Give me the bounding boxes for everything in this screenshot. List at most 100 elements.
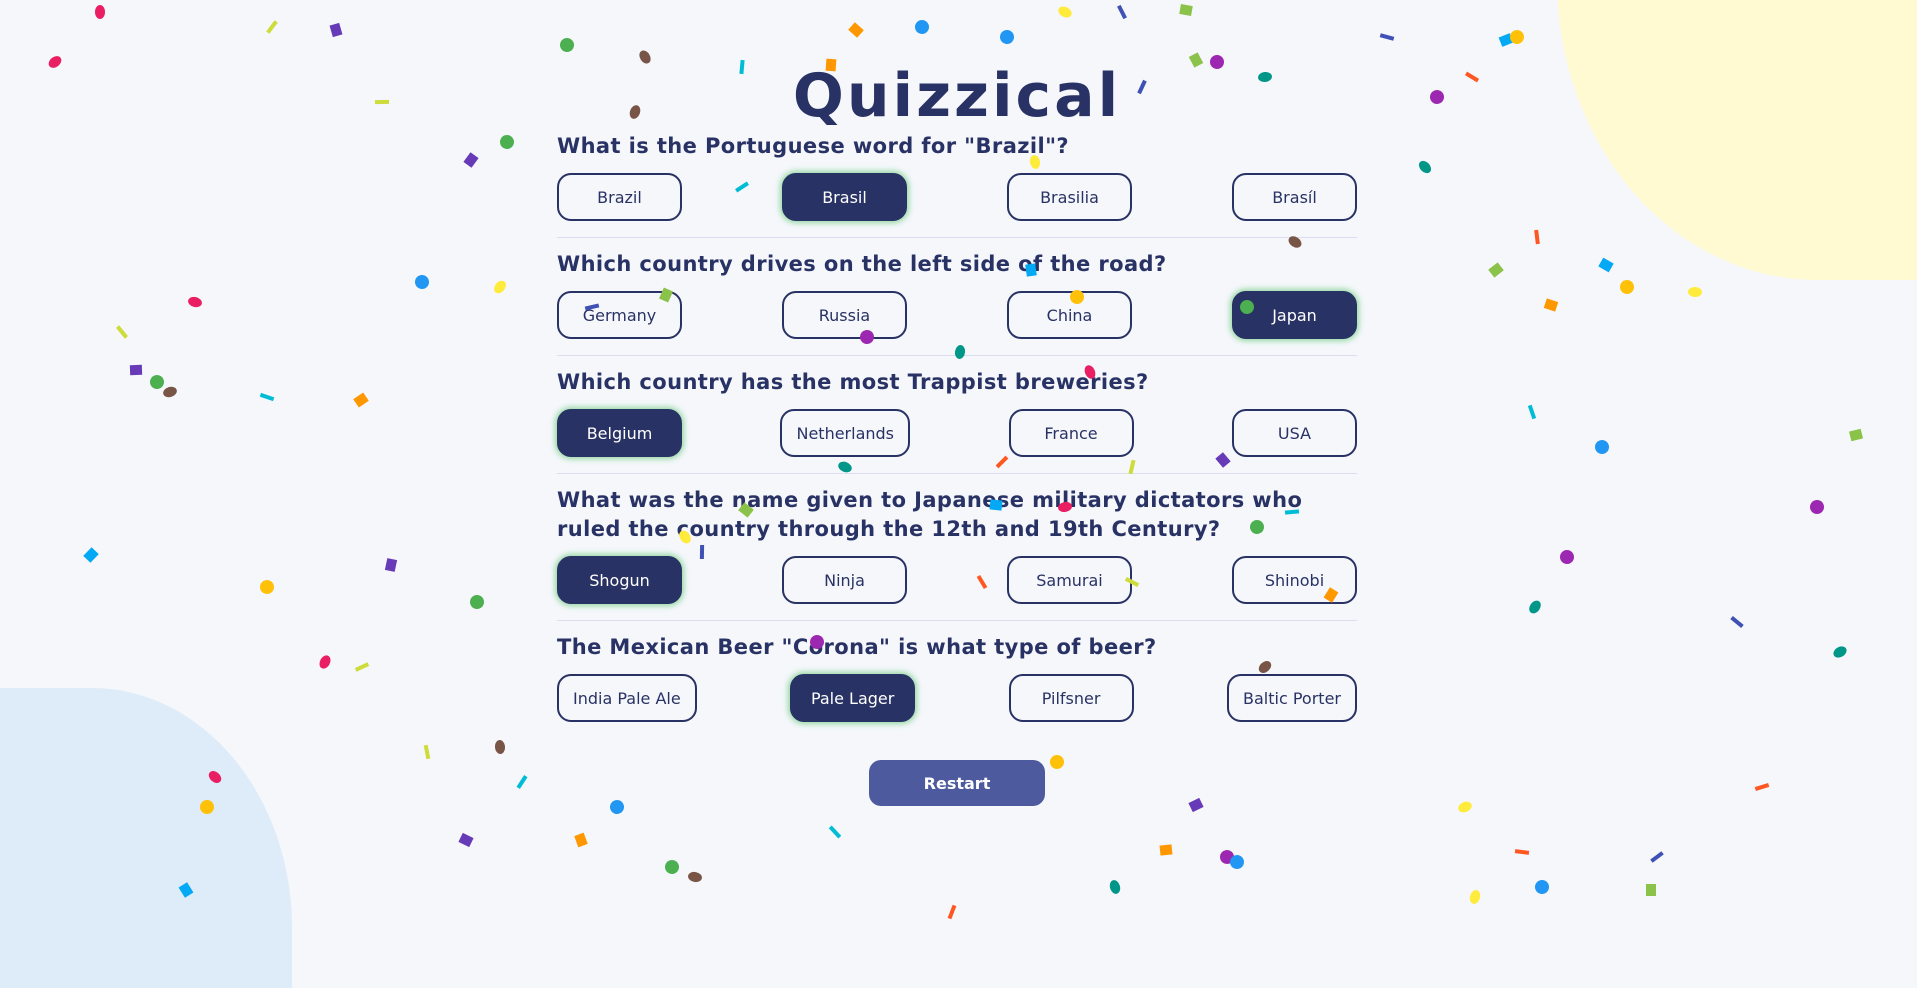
- confetti-piece: [1848, 428, 1864, 442]
- confetti-piece: [374, 99, 390, 105]
- decorative-blob-yellow: [1557, 0, 1917, 280]
- answer-button[interactable]: Ninja: [782, 556, 907, 604]
- answer-button[interactable]: Belgium: [557, 409, 682, 457]
- restart-wrap: Restart: [557, 760, 1357, 806]
- question-block: What was the name given to Japanese mili…: [557, 486, 1357, 621]
- confetti-piece: [354, 662, 370, 672]
- confetti-piece: [46, 53, 64, 71]
- confetti-piece: [848, 22, 864, 38]
- confetti-piece: [1464, 71, 1480, 83]
- confetti-piece: [353, 392, 369, 408]
- answer-button[interactable]: Brazil: [557, 173, 682, 221]
- answer-button[interactable]: Pilfsner: [1008, 674, 1134, 722]
- confetti-piece: [1227, 852, 1247, 872]
- confetti-piece: [95, 5, 105, 19]
- answer-button[interactable]: Samurai: [1007, 556, 1132, 604]
- confetti-piece: [1217, 847, 1237, 867]
- answer-group: India Pale Ale Pale Lager Pilfsner Balti…: [557, 674, 1357, 722]
- answer-group: Shogun Ninja Samurai Shinobi: [557, 556, 1357, 604]
- answer-button[interactable]: Japan: [1232, 291, 1357, 339]
- answer-button[interactable]: Brasilia: [1007, 173, 1132, 221]
- confetti-piece: [1108, 878, 1122, 896]
- confetti-piece: [1559, 549, 1575, 565]
- answer-button[interactable]: Russia: [782, 291, 907, 339]
- restart-button[interactable]: Restart: [869, 760, 1045, 806]
- confetti-piece: [259, 392, 275, 402]
- confetti-piece: [458, 832, 474, 848]
- confetti-piece: [516, 775, 528, 789]
- confetti-piece: [1526, 598, 1544, 616]
- question-block: Which country has the most Trappist brew…: [557, 368, 1357, 474]
- confetti-piece: [266, 20, 278, 34]
- confetti-piece: [1456, 799, 1474, 815]
- confetti-piece: [662, 857, 682, 877]
- answer-button[interactable]: China: [1007, 291, 1132, 339]
- confetti-piece: [1534, 229, 1540, 245]
- decorative-blob-blue: [0, 688, 292, 988]
- question-block: What is the Portuguese word for "Brazil"…: [557, 132, 1357, 238]
- answer-group: Belgium Netherlands France USA: [557, 409, 1357, 457]
- answer-button[interactable]: Pale Lager: [790, 674, 916, 722]
- confetti-piece: [161, 385, 179, 399]
- confetti-piece: [498, 133, 516, 151]
- app-title: Quizzical: [792, 61, 1122, 131]
- confetti-piece: [1379, 33, 1395, 41]
- confetti-piece: [1498, 33, 1514, 47]
- confetti-piece: [687, 870, 703, 884]
- answer-button[interactable]: Brasíl: [1232, 173, 1357, 221]
- question-text: What was the name given to Japanese mili…: [557, 488, 1303, 541]
- answer-button[interactable]: USA: [1231, 409, 1357, 457]
- confetti-piece: [1543, 298, 1559, 312]
- answer-button[interactable]: Brasil: [782, 173, 907, 221]
- question-text: Which country has the most Trappist brew…: [557, 370, 1149, 394]
- confetti-piece: [574, 832, 588, 848]
- confetti-piece: [147, 372, 167, 392]
- confetti-piece: [947, 904, 957, 920]
- quiz-container: Quizzical What is the Portuguese word fo…: [557, 60, 1357, 806]
- confetti-piece: [1416, 158, 1434, 176]
- confetti-piece: [1687, 286, 1703, 298]
- confetti-piece: [494, 739, 506, 755]
- question-block: The Mexican Beer "Corona" is what type o…: [557, 633, 1357, 738]
- confetti-piece: [414, 274, 430, 290]
- confetti-piece: [491, 278, 509, 296]
- question-block: Which country drives on the left side of…: [557, 250, 1357, 356]
- confetti-piece: [83, 547, 99, 563]
- answer-button[interactable]: Germany: [557, 291, 682, 339]
- confetti-piece: [186, 295, 204, 309]
- confetti-piece: [828, 825, 842, 839]
- confetti-piece: [1831, 644, 1849, 660]
- confetti-piece: [1598, 257, 1614, 273]
- confetti-piece: [1428, 88, 1446, 106]
- confetti-piece: [1617, 277, 1637, 297]
- confetti-piece: [317, 653, 333, 671]
- confetti-piece: [423, 744, 431, 760]
- confetti-piece: [1807, 497, 1827, 517]
- question-text: Which country drives on the left side of…: [557, 252, 1167, 276]
- answer-button[interactable]: Netherlands: [780, 409, 911, 457]
- confetti-piece: [1468, 888, 1482, 906]
- answer-button[interactable]: Shogun: [557, 556, 682, 604]
- confetti-piece: [1532, 877, 1552, 897]
- confetti-piece: [463, 152, 479, 168]
- confetti-piece: [1508, 28, 1526, 46]
- answer-button[interactable]: Shinobi: [1232, 556, 1357, 604]
- confetti-piece: [116, 325, 128, 339]
- confetti-piece: [557, 35, 577, 55]
- question-text: What is the Portuguese word for "Brazil"…: [557, 134, 1070, 158]
- confetti-piece: [1056, 4, 1074, 20]
- answer-button[interactable]: India Pale Ale: [557, 674, 697, 722]
- answer-group: Brazil Brasil Brasilia Brasíl: [557, 173, 1357, 221]
- answer-button[interactable]: Baltic Porter: [1227, 674, 1357, 722]
- confetti-piece: [1159, 844, 1173, 856]
- confetti-piece: [1179, 4, 1193, 16]
- confetti-piece: [1754, 783, 1770, 791]
- answer-button[interactable]: France: [1008, 409, 1134, 457]
- confetti-piece: [997, 27, 1017, 47]
- confetti-piece: [1592, 437, 1612, 457]
- confetti-piece: [913, 18, 931, 36]
- answer-group: Germany Russia China Japan: [557, 291, 1357, 339]
- confetti-piece: [1646, 884, 1656, 896]
- confetti-piece: [1488, 262, 1504, 278]
- confetti-piece: [1117, 4, 1127, 20]
